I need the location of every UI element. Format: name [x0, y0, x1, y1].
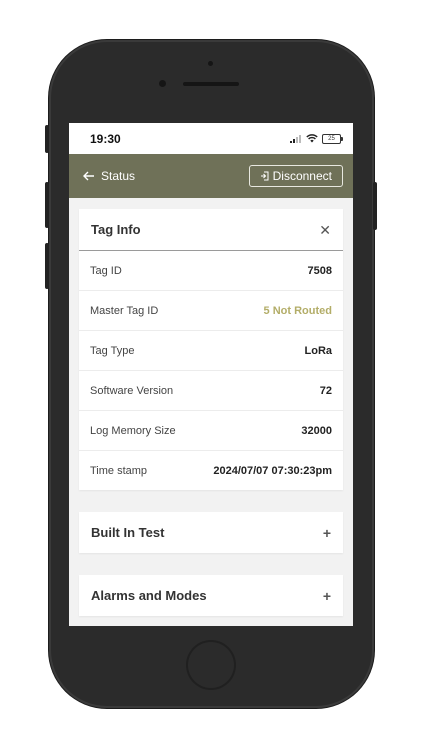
tag-info-card: Tag Info ✕ Tag ID 7508 Master Tag ID 5 N… [79, 209, 343, 490]
mute-switch [45, 125, 49, 153]
plus-icon[interactable]: + [323, 589, 331, 603]
disconnect-button[interactable]: Disconnect [248, 165, 343, 187]
row-label: Master Tag ID [90, 304, 159, 317]
close-icon[interactable]: ✕ [319, 223, 331, 237]
table-row: Tag ID 7508 [79, 251, 343, 291]
row-label: Software Version [90, 384, 174, 397]
signal-icon [290, 134, 301, 143]
table-row: Software Version 72 [79, 371, 343, 411]
status-time: 19:30 [90, 131, 121, 146]
alarms-and-modes-card: Alarms and Modes + [79, 575, 343, 616]
table-row: Time stamp 2024/07/07 07:30:23pm [79, 451, 343, 490]
power-button [373, 182, 377, 230]
row-label: Time stamp [90, 464, 148, 477]
back-button[interactable]: Status [83, 169, 135, 183]
sensor-dot [208, 61, 213, 66]
row-label: Log Memory Size [90, 424, 176, 437]
alarms-and-modes-title: Alarms and Modes [91, 588, 207, 603]
alarms-and-modes-header[interactable]: Alarms and Modes + [79, 575, 343, 616]
row-value: 72 [319, 384, 332, 397]
tag-info-rows: Tag ID 7508 Master Tag ID 5 Not Routed T… [79, 251, 343, 490]
row-value: 5 Not Routed [263, 304, 332, 317]
main-content: Tag Info ✕ Tag ID 7508 Master Tag ID 5 N… [69, 198, 353, 616]
tag-info-title: Tag Info [91, 222, 141, 237]
back-label: Status [101, 169, 136, 183]
status-bar: 19:30 25 [69, 123, 353, 154]
table-row: Master Tag ID 5 Not Routed [79, 291, 343, 331]
volume-up-button [45, 182, 49, 228]
row-value: 32000 [301, 424, 332, 437]
arrow-left-icon [83, 171, 94, 181]
wifi-icon [306, 134, 318, 143]
built-in-test-header[interactable]: Built In Test + [79, 512, 343, 553]
row-value: 2024/07/07 07:30:23pm [213, 464, 332, 477]
front-camera [159, 80, 166, 87]
screen: 19:30 25 Status Disconnect Tag Info ✕ Ta… [69, 123, 353, 626]
plus-icon[interactable]: + [323, 526, 331, 540]
earpiece-speaker [183, 82, 239, 86]
disconnect-label: Disconnect [272, 169, 332, 183]
volume-down-button [45, 243, 49, 289]
row-value: 7508 [307, 264, 332, 277]
tag-info-header[interactable]: Tag Info ✕ [79, 209, 343, 251]
logout-icon [260, 171, 269, 181]
built-in-test-title: Built In Test [91, 525, 165, 540]
row-label: Tag Type [90, 344, 135, 357]
battery-icon: 25 [322, 133, 343, 144]
system-icons: 25 [290, 133, 343, 144]
app-header: Status Disconnect [69, 154, 353, 198]
table-row: Tag Type LoRa [79, 331, 343, 371]
table-row: Log Memory Size 32000 [79, 411, 343, 451]
row-value: LoRa [304, 344, 333, 357]
built-in-test-card: Built In Test + [79, 512, 343, 553]
row-label: Tag ID [90, 264, 122, 277]
home-button[interactable] [186, 640, 236, 690]
